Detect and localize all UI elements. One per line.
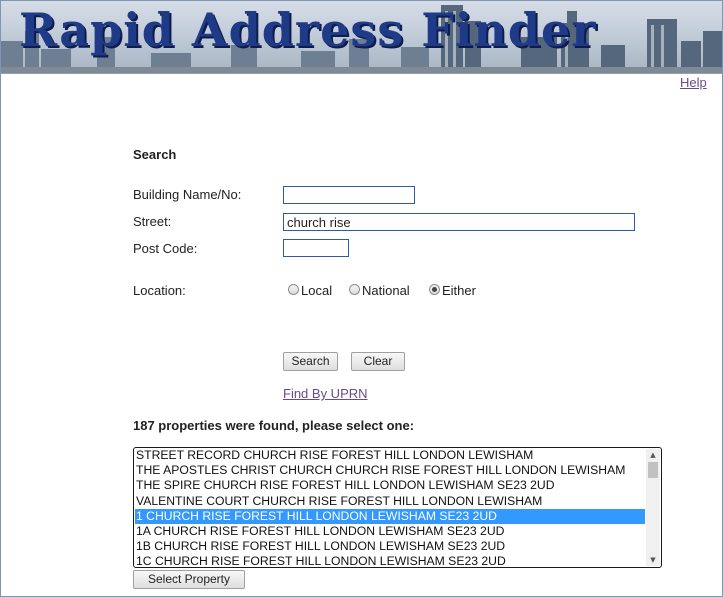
help-link[interactable]: Help (680, 75, 707, 90)
location-option-national[interactable]: National (362, 283, 410, 298)
postcode-input[interactable] (283, 239, 349, 257)
list-item[interactable]: THE SPIRE CHURCH RISE FOREST HILL LONDON… (135, 478, 645, 493)
street-input[interactable] (283, 213, 635, 231)
header-banner: Rapid Address Finder (1, 1, 722, 74)
select-property-button[interactable]: Select Property (133, 570, 245, 589)
building-input[interactable] (283, 186, 415, 204)
location-radio-national[interactable] (349, 284, 360, 295)
building-label: Building Name/No: (133, 187, 242, 202)
app-title: Rapid Address Finder (19, 3, 597, 57)
search-button[interactable]: Search (283, 352, 338, 371)
list-item[interactable]: 1C CHURCH RISE FOREST HILL LONDON LEWISH… (135, 554, 645, 567)
list-item[interactable]: THE APOSTLES CHRIST CHURCH CHURCH RISE F… (135, 463, 645, 478)
location-radio-local[interactable] (288, 284, 299, 295)
list-item[interactable]: STREET RECORD CHURCH RISE FOREST HILL LO… (135, 448, 645, 463)
results-list: STREET RECORD CHURCH RISE FOREST HILL LO… (135, 448, 645, 567)
results-listbox[interactable]: STREET RECORD CHURCH RISE FOREST HILL LO… (133, 447, 662, 568)
list-item[interactable]: VALENTINE COURT CHURCH RISE FOREST HILL … (135, 494, 645, 509)
postcode-label: Post Code: (133, 241, 198, 256)
clear-button[interactable]: Clear (351, 352, 405, 371)
find-by-uprn-link[interactable]: Find By UPRN (283, 386, 368, 401)
search-heading: Search (133, 147, 177, 162)
list-scrollbar[interactable]: ▲ ▼ (646, 449, 660, 566)
list-item-selected[interactable]: 1 CHURCH RISE FOREST HILL LONDON LEWISHA… (135, 508, 645, 524)
location-label: Location: (133, 283, 186, 298)
location-option-local[interactable]: Local (301, 283, 332, 298)
scroll-up-arrow-icon[interactable]: ▲ (646, 449, 660, 461)
location-radio-either[interactable] (429, 284, 440, 295)
location-option-either[interactable]: Either (442, 283, 476, 298)
street-label: Street: (133, 214, 172, 229)
list-item[interactable]: 1A CHURCH RISE FOREST HILL LONDON LEWISH… (135, 524, 645, 539)
scrollbar-thumb[interactable] (648, 462, 658, 478)
results-summary: 187 properties were found, please select… (133, 418, 415, 433)
list-item[interactable]: 1B CHURCH RISE FOREST HILL LONDON LEWISH… (135, 539, 645, 554)
scroll-down-arrow-icon[interactable]: ▼ (646, 554, 660, 566)
